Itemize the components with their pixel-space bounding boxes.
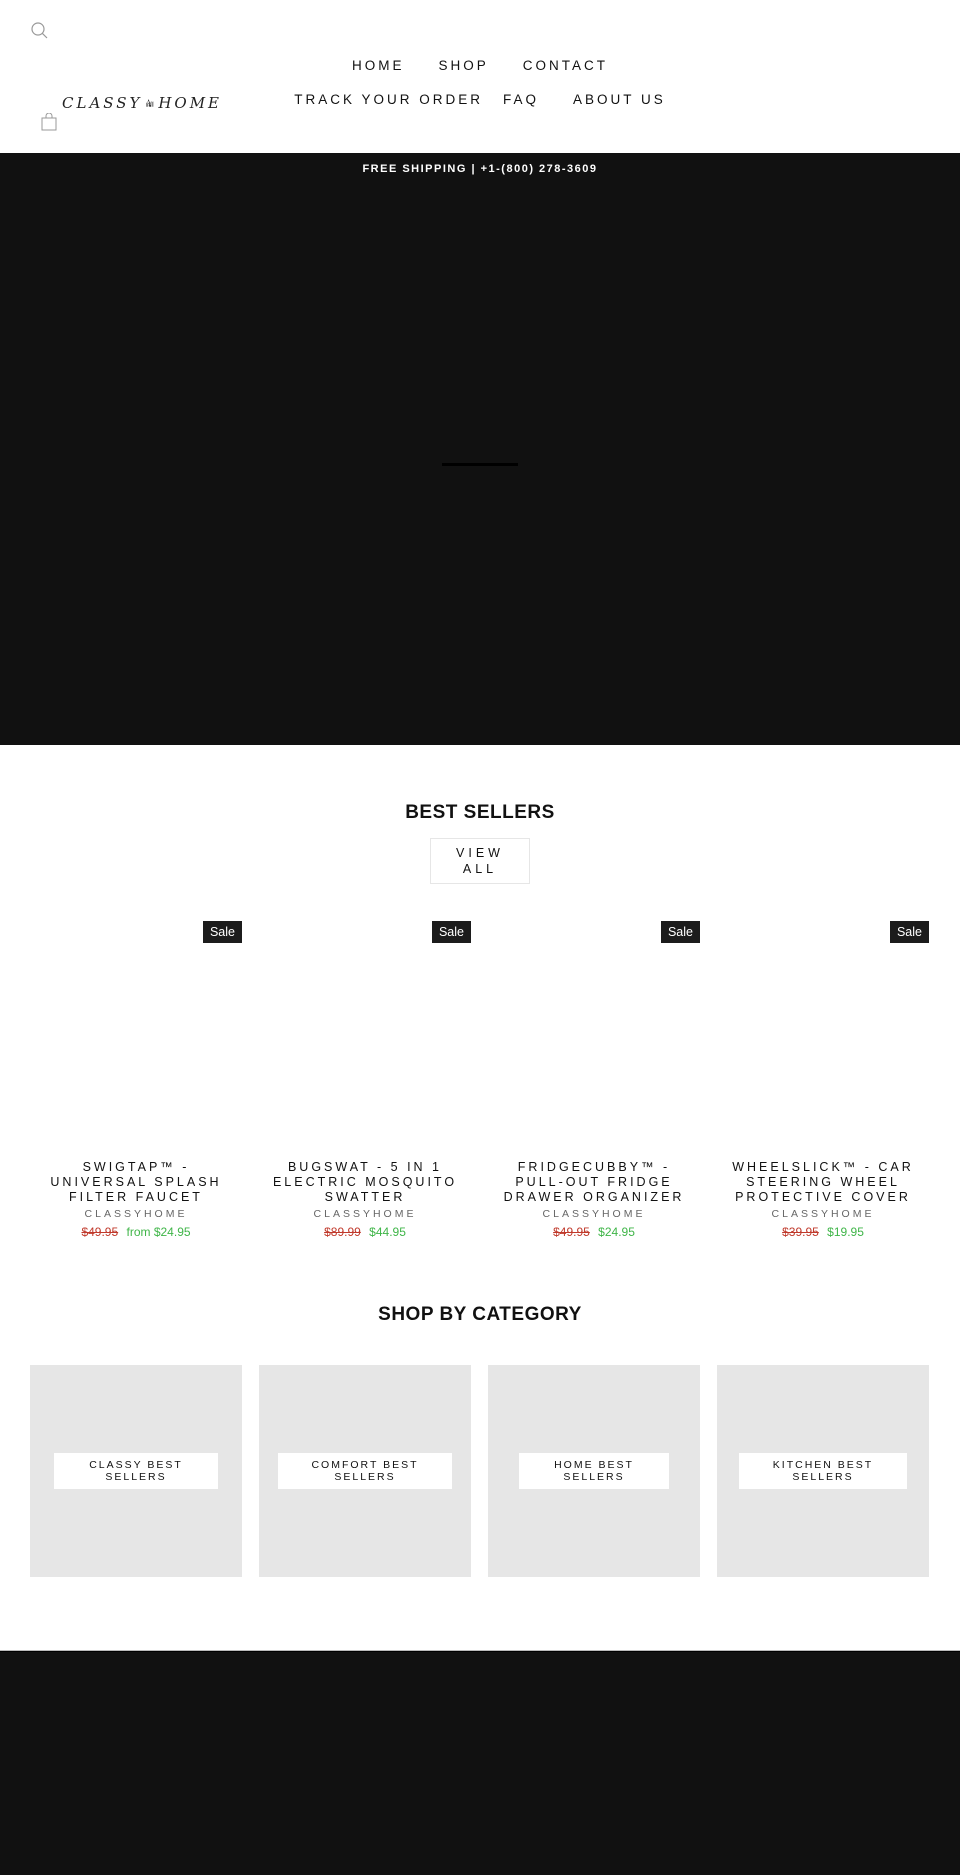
product-card[interactable]: Sale BUGSWAT - 5 IN 1 ELECTRIC MOSQUITO …: [259, 920, 471, 1239]
site-footer: [0, 1650, 960, 1875]
category-label: CLASSY BEST SELLERS: [54, 1453, 218, 1489]
sale-price: $24.95: [598, 1225, 635, 1239]
product-title[interactable]: WHEELSLICK™ - CAR STEERING WHEEL PROTECT…: [717, 1160, 929, 1205]
view-all-label-line2: ALL: [462, 862, 498, 876]
category-grid: CLASSY BEST SELLERS COMFORT BEST SELLERS…: [30, 1365, 930, 1577]
sale-badge: Sale: [889, 921, 929, 943]
category-tile-home[interactable]: HOME BEST SELLERS: [488, 1365, 700, 1577]
nav-link-about-us[interactable]: ABOUT US: [563, 92, 676, 107]
product-price: $89.99 $44.95: [259, 1225, 471, 1239]
product-title[interactable]: SWIGTAP™ - UNIVERSAL SPLASH FILTER FAUCE…: [30, 1160, 242, 1205]
compare-at-price: $49.95: [81, 1225, 119, 1239]
product-image[interactable]: Sale: [30, 920, 242, 1132]
sale-badge: Sale: [660, 921, 700, 943]
product-vendor: CLASSYHOME: [84, 1208, 188, 1220]
nav-link-contact[interactable]: CONTACT: [513, 58, 618, 73]
nav-link-shop[interactable]: SHOP: [428, 58, 498, 73]
compare-at-price: $49.95: [553, 1225, 590, 1239]
category-label: KITCHEN BEST SELLERS: [739, 1453, 907, 1489]
category-tile-classy[interactable]: CLASSY BEST SELLERS: [30, 1365, 242, 1577]
main-navigation: HOME SHOP CONTACT TRACK YOUR ORDER FAQ A…: [0, 48, 960, 116]
nav-row-secondary: TRACK YOUR ORDER FAQ ABOUT US: [0, 82, 960, 116]
search-icon: [31, 22, 48, 39]
shop-by-category-heading: SHOP BY CATEGORY: [378, 1304, 582, 1325]
site-header: CLASSY HOME HOME SHOP CONTACT TRACK YOUR…: [0, 0, 960, 153]
sale-price: $19.95: [827, 1225, 864, 1239]
nav-row-primary: HOME SHOP CONTACT: [0, 48, 960, 82]
compare-at-price: $89.99: [324, 1225, 361, 1239]
nav-link-faq[interactable]: FAQ: [493, 92, 549, 107]
product-title[interactable]: BUGSWAT - 5 IN 1 ELECTRIC MOSQUITO SWATT…: [259, 1160, 471, 1205]
nav-link-track-order[interactable]: TRACK YOUR ORDER: [284, 92, 493, 107]
product-vendor: CLASSYHOME: [313, 1208, 417, 1220]
sale-badge: Sale: [431, 921, 471, 943]
loading-indicator: [442, 463, 518, 466]
product-price: $39.95 $19.95: [717, 1225, 929, 1239]
product-price: $49.95 $24.95: [488, 1225, 700, 1239]
sale-price: from $24.95: [126, 1225, 191, 1239]
category-tile-kitchen[interactable]: KITCHEN BEST SELLERS: [717, 1365, 929, 1577]
sale-price: $44.95: [369, 1225, 406, 1239]
product-image[interactable]: Sale: [717, 920, 929, 1132]
product-image[interactable]: Sale: [259, 920, 471, 1132]
search-button[interactable]: [30, 21, 50, 41]
announcement-bar: FREE SHIPPING | +1-(800) 278-3609: [0, 153, 960, 185]
category-label: COMFORT BEST SELLERS: [278, 1453, 452, 1489]
product-card[interactable]: Sale FRIDGECUBBY™ - PULL-OUT FRIDGE DRAW…: [488, 920, 700, 1239]
view-all-label-line1: VIEW: [456, 846, 504, 860]
hero-slideshow[interactable]: [0, 185, 960, 745]
product-card[interactable]: Sale WHEELSLICK™ - CAR STEERING WHEEL PR…: [717, 920, 929, 1239]
product-image[interactable]: Sale: [488, 920, 700, 1132]
product-vendor: CLASSYHOME: [771, 1208, 875, 1220]
view-all-button[interactable]: VIEW ALL: [430, 838, 530, 884]
footer-divider: [0, 1651, 960, 1652]
compare-at-price: $39.95: [782, 1225, 819, 1239]
best-sellers-heading: BEST SELLERS: [405, 802, 555, 823]
product-title[interactable]: FRIDGECUBBY™ - PULL-OUT FRIDGE DRAWER OR…: [488, 1160, 700, 1205]
product-vendor: CLASSYHOME: [542, 1208, 646, 1220]
product-card[interactable]: Sale SWIGTAP™ - UNIVERSAL SPLASH FILTER …: [30, 920, 242, 1239]
category-tile-comfort[interactable]: COMFORT BEST SELLERS: [259, 1365, 471, 1577]
nav-link-home[interactable]: HOME: [342, 58, 415, 73]
sale-badge: Sale: [202, 921, 242, 943]
product-grid: Sale SWIGTAP™ - UNIVERSAL SPLASH FILTER …: [30, 920, 930, 1239]
product-price: $49.95 from $24.95: [30, 1225, 242, 1239]
category-label: HOME BEST SELLERS: [519, 1453, 669, 1489]
